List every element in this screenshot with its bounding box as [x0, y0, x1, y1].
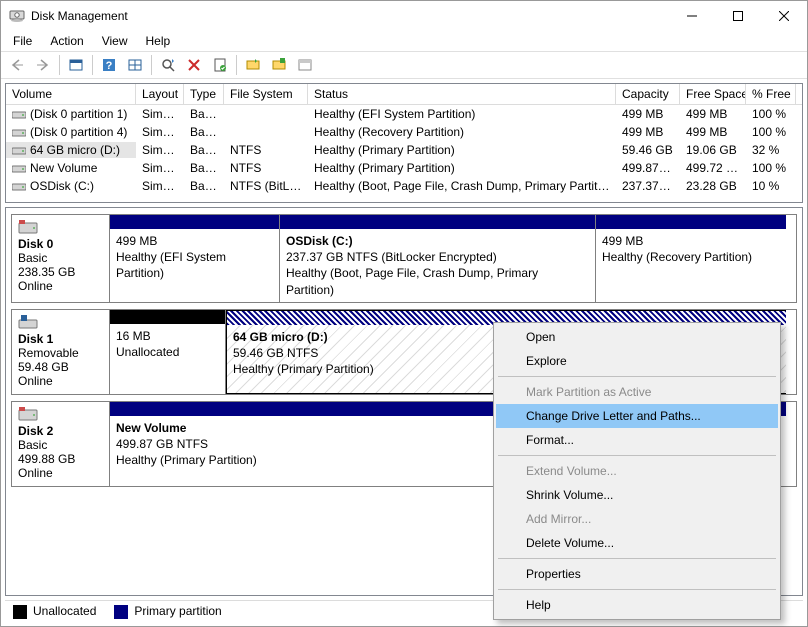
- drive-icon: [12, 145, 26, 155]
- drive-icon: [12, 109, 26, 119]
- disk-size: 499.88 GB: [18, 452, 103, 466]
- volume-list-header: Volume Layout Type File System Status Ca…: [6, 84, 802, 105]
- partition[interactable]: 499 MBHealthy (Recovery Partition): [596, 215, 786, 302]
- partition[interactable]: 16 MBUnallocated: [110, 310, 226, 394]
- action-button-1[interactable]: [241, 53, 265, 77]
- disk-name: Disk 0: [18, 237, 103, 251]
- disk-row: Disk 0Basic238.35 GBOnline499 MBHealthy …: [11, 214, 797, 303]
- disk-kind: Basic: [18, 251, 103, 265]
- help-button[interactable]: ?: [97, 53, 121, 77]
- properties-button[interactable]: [208, 53, 232, 77]
- context-menu-item[interactable]: Open: [496, 325, 778, 349]
- title-bar: Disk Management: [1, 1, 807, 31]
- drive-icon: [12, 127, 26, 137]
- menu-file[interactable]: File: [5, 32, 40, 50]
- show-hide-console-button[interactable]: [64, 53, 88, 77]
- action-button-3[interactable]: [293, 53, 317, 77]
- disk-icon: [18, 314, 40, 330]
- context-menu-item[interactable]: Shrink Volume...: [496, 483, 778, 507]
- toolbar-separator: [59, 55, 60, 75]
- legend-primary-partition: Primary partition: [114, 604, 221, 619]
- disk-size: 59.48 GB: [18, 360, 103, 374]
- context-menu-item[interactable]: Properties: [496, 562, 778, 586]
- context-menu-item: Mark Partition as Active: [496, 380, 778, 404]
- menu-action[interactable]: Action: [42, 32, 91, 50]
- disk-kind: Basic: [18, 438, 103, 452]
- context-menu-item: Extend Volume...: [496, 459, 778, 483]
- header-pctfree[interactable]: % Free: [746, 84, 796, 104]
- disk-kind: Removable: [18, 346, 103, 360]
- disk-state: Online: [18, 374, 103, 388]
- disk-info[interactable]: Disk 0Basic238.35 GBOnline: [12, 215, 110, 302]
- disk-name: Disk 1: [18, 332, 103, 346]
- volume-row[interactable]: 64 GB micro (D:)SimpleBasicNTFSHealthy (…: [6, 141, 802, 159]
- disk-state: Online: [18, 466, 103, 480]
- legend-unallocated: Unallocated: [13, 604, 96, 619]
- drive-icon: [12, 181, 26, 191]
- header-layout[interactable]: Layout: [136, 84, 184, 104]
- disk-icon: [18, 219, 40, 235]
- volume-list-body: (Disk 0 partition 1)SimpleBasicHealthy (…: [6, 105, 802, 195]
- drive-icon: [12, 163, 26, 173]
- context-menu-item[interactable]: Delete Volume...: [496, 531, 778, 555]
- menu-view[interactable]: View: [94, 32, 136, 50]
- disk-info[interactable]: Disk 1Removable59.48 GBOnline: [12, 310, 110, 394]
- context-menu-item[interactable]: Help: [496, 593, 778, 617]
- disk-info[interactable]: Disk 2Basic499.88 GBOnline: [12, 402, 110, 486]
- context-menu-item[interactable]: Change Drive Letter and Paths...: [496, 404, 778, 428]
- window-buttons: [669, 1, 807, 31]
- header-type[interactable]: Type: [184, 84, 224, 104]
- context-menu-separator: [498, 455, 776, 456]
- toolbar-separator: [151, 55, 152, 75]
- toolbar-separator: [92, 55, 93, 75]
- partition[interactable]: OSDisk (C:)237.37 GB NTFS (BitLocker Enc…: [280, 215, 596, 302]
- volume-list[interactable]: Volume Layout Type File System Status Ca…: [5, 83, 803, 203]
- context-menu-item[interactable]: Format...: [496, 428, 778, 452]
- context-menu-separator: [498, 376, 776, 377]
- header-free[interactable]: Free Space: [680, 84, 746, 104]
- svg-text:?: ?: [106, 60, 113, 72]
- close-button[interactable]: [761, 1, 807, 31]
- context-menu-item: Add Mirror...: [496, 507, 778, 531]
- header-status[interactable]: Status: [308, 84, 616, 104]
- maximize-button[interactable]: [715, 1, 761, 31]
- menu-help[interactable]: Help: [138, 32, 179, 50]
- delete-button[interactable]: [182, 53, 206, 77]
- action-button-2[interactable]: [267, 53, 291, 77]
- context-menu-separator: [498, 558, 776, 559]
- forward-button[interactable]: [31, 53, 55, 77]
- toolbar-separator: [236, 55, 237, 75]
- volume-row[interactable]: OSDisk (C:)SimpleBasicNTFS (BitLo...Heal…: [6, 177, 802, 195]
- app-icon: [9, 8, 25, 24]
- volume-row[interactable]: (Disk 0 partition 1)SimpleBasicHealthy (…: [6, 105, 802, 123]
- header-filesystem[interactable]: File System: [224, 84, 308, 104]
- back-button[interactable]: [5, 53, 29, 77]
- volume-row[interactable]: (Disk 0 partition 4)SimpleBasicHealthy (…: [6, 123, 802, 141]
- window-title: Disk Management: [31, 9, 669, 23]
- refresh-button[interactable]: [156, 53, 180, 77]
- disk-icon: [18, 406, 40, 422]
- header-capacity[interactable]: Capacity: [616, 84, 680, 104]
- context-menu[interactable]: OpenExplore Mark Partition as ActiveChang…: [493, 322, 781, 620]
- header-volume[interactable]: Volume: [6, 84, 136, 104]
- volume-row[interactable]: New VolumeSimpleBasicNTFSHealthy (Primar…: [6, 159, 802, 177]
- partition[interactable]: 499 MBHealthy (EFI System Partition): [110, 215, 280, 302]
- menu-bar: File Action View Help: [1, 31, 807, 51]
- disk-name: Disk 2: [18, 424, 103, 438]
- toolbar: ?: [1, 51, 807, 79]
- minimize-button[interactable]: [669, 1, 715, 31]
- settings-button[interactable]: [123, 53, 147, 77]
- context-menu-item[interactable]: Explore: [496, 349, 778, 373]
- context-menu-separator: [498, 589, 776, 590]
- disk-state: Online: [18, 279, 103, 293]
- disk-size: 238.35 GB: [18, 265, 103, 279]
